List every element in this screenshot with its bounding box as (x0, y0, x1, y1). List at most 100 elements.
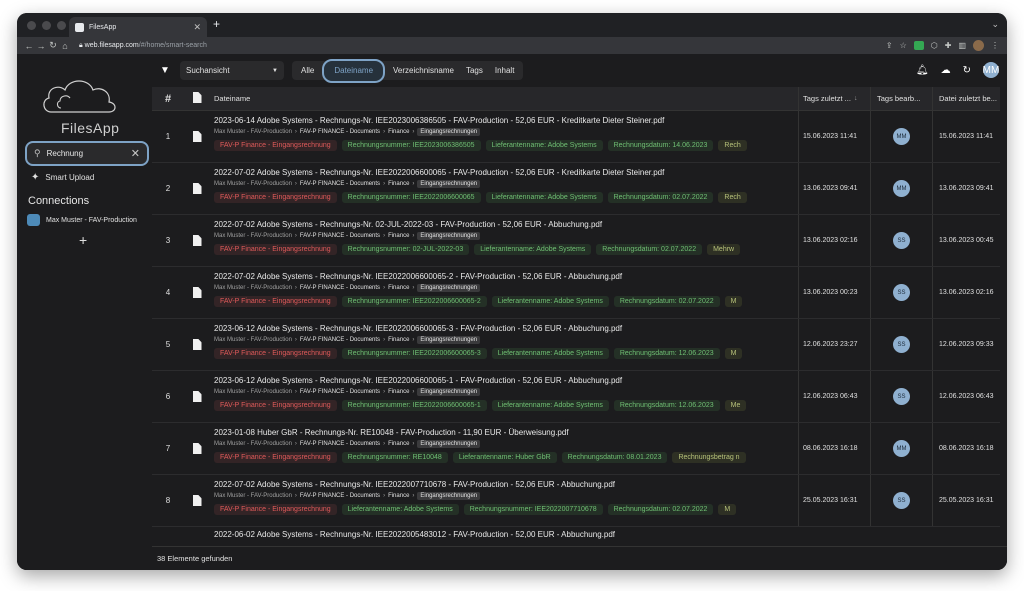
tag-chip[interactable]: FAV-P Finance - Eingangsrechnung (214, 244, 337, 255)
crumb-folder[interactable]: Finance (388, 337, 409, 343)
bookmark-star-icon[interactable]: ☆ (900, 41, 907, 50)
header-file-modified[interactable]: Datei zuletzt be... (932, 87, 1000, 110)
tag-chip[interactable]: FAV-P Finance - Eingangsrechnung (214, 504, 337, 515)
smart-upload-button[interactable]: ✦ Smart Upload (31, 172, 94, 183)
forward-icon[interactable]: → (35, 41, 47, 51)
tag-chip[interactable]: Lieferantenname: Huber GbR (452, 452, 557, 463)
close-tab-icon[interactable]: ✕ (193, 22, 201, 33)
connection-item[interactable]: Max Muster - FAV-Production (27, 214, 137, 226)
browser-menu-icon[interactable]: ⋮ (991, 41, 999, 50)
sidebar-toggle-icon[interactable]: ▥ (958, 41, 966, 50)
file-name[interactable]: 2023-06-12 Adobe Systems - Rechnungs-Nr.… (214, 324, 798, 333)
scope-tab-dateiname[interactable]: Dateiname (322, 58, 386, 83)
tag-chip[interactable]: Rechnungsdatum: 12.06.2023 (613, 348, 720, 359)
editor-avatar[interactable]: SS (893, 388, 910, 405)
crumb-current[interactable]: Eingangsrechnungen (417, 388, 481, 396)
tag-chip[interactable]: Lieferantenname: Adobe Systems (485, 140, 603, 151)
scope-tab-alle[interactable]: Alle (295, 61, 320, 80)
back-icon[interactable]: ← (23, 41, 35, 51)
tag-chip[interactable]: Rechnungsbetrag n (672, 452, 746, 463)
share-icon[interactable]: ⇪ (886, 41, 893, 50)
minimize-window-icon[interactable] (42, 20, 51, 30)
crumb-user[interactable]: Max Muster - FAV-Production (214, 285, 292, 291)
table-row[interactable]: 7 2023-01-08 Huber GbR - Rechnungs-Nr. R… (152, 423, 1000, 475)
tag-chip[interactable]: Rechnungsdatum: 02.07.2022 (607, 504, 714, 515)
crumb-root[interactable]: FAV-P FINANCE - Documents (300, 441, 380, 447)
new-tab-icon[interactable]: + (213, 17, 220, 31)
filter-icon[interactable]: ▼ (158, 65, 172, 76)
clear-search-icon[interactable]: ✕ (131, 147, 140, 160)
tag-chip[interactable]: FAV-P Finance - Eingangsrechnung (214, 348, 337, 359)
crumb-folder[interactable]: Finance (388, 389, 409, 395)
header-num[interactable]: # (152, 93, 184, 105)
user-avatar[interactable]: MM (983, 62, 999, 78)
tag-chip[interactable]: Lieferantenname: Adobe Systems (491, 400, 609, 411)
table-row[interactable]: 3 2022-07-02 Adobe Systems - Rechnungs-N… (152, 215, 1000, 267)
editor-avatar[interactable]: MM (893, 180, 910, 197)
crumb-user[interactable]: Max Muster - FAV-Production (214, 441, 292, 447)
crumb-folder[interactable]: Finance (388, 441, 409, 447)
tag-chip[interactable]: FAV-P Finance - Eingangsrechnung (214, 296, 337, 307)
table-row[interactable]: 4 2022-07-02 Adobe Systems - Rechnungs-N… (152, 267, 1000, 319)
crumb-folder[interactable]: Finance (388, 129, 409, 135)
tag-chip[interactable]: Lieferantenname: Adobe Systems (474, 244, 592, 255)
crumb-root[interactable]: FAV-P FINANCE - Documents (300, 129, 380, 135)
home-icon[interactable]: ⌂ (59, 41, 71, 51)
tag-chip[interactable]: M (724, 296, 743, 307)
scope-tab-tags[interactable]: Tags (460, 61, 489, 80)
crumb-folder[interactable]: Finance (388, 181, 409, 187)
header-tags-modified[interactable]: Tags zuletzt ... ↓ (798, 87, 870, 110)
editor-avatar[interactable]: SS (893, 492, 910, 509)
tag-chip[interactable]: Rechnungsnummer: 02-JUL-2022-03 (341, 244, 470, 255)
tag-chip[interactable]: Lieferantenname: Adobe Systems (341, 504, 459, 515)
file-name[interactable]: 2022-07-02 Adobe Systems - Rechnungs-Nr.… (214, 168, 798, 177)
tag-chip[interactable]: Rechnungsnummer: IEE2022006600065-1 (341, 400, 487, 411)
cloud-icon[interactable]: ☁ (941, 65, 951, 76)
view-select[interactable]: Suchansicht ▼ (180, 61, 284, 80)
browser-tab[interactable]: FilesApp ✕ (69, 17, 207, 37)
tag-chip[interactable]: Rechnungsnummer: IEE2022006600065-3 (341, 348, 487, 359)
table-row[interactable]: 5 2023-06-12 Adobe Systems - Rechnungs-N… (152, 319, 1000, 371)
crumb-current[interactable]: Eingangsrechnungen (417, 232, 481, 240)
tag-chip[interactable]: Rechnungsdatum: 12.06.2023 (613, 400, 720, 411)
crumb-folder[interactable]: Finance (388, 233, 409, 239)
extension-icon[interactable]: ⬡ (931, 41, 938, 50)
puzzle-extensions-icon[interactable]: ✚ (945, 41, 952, 50)
reload-icon[interactable]: ↻ (47, 40, 59, 51)
profile-avatar[interactable] (973, 40, 984, 51)
crumb-user[interactable]: Max Muster - FAV-Production (214, 181, 292, 187)
file-name[interactable]: 2023-01-08 Huber GbR - Rechnungs-Nr. RE1… (214, 428, 798, 437)
tag-chip[interactable]: Lieferantenname: Adobe Systems (491, 296, 609, 307)
tab-list-chevron-icon[interactable]: ⌄ (991, 19, 999, 30)
header-tags-edited-by[interactable]: Tags bearb... (870, 87, 932, 110)
tag-chip[interactable]: Rechnungsnummer: RE10048 (341, 452, 448, 463)
tag-chip[interactable]: Rechnungsnummer: IEE2022006600065 (341, 192, 481, 203)
tag-chip[interactable]: Rechnungsnummer: IEE2022006600065-2 (341, 296, 487, 307)
crumb-current[interactable]: Eingangsrechnungen (417, 284, 481, 292)
file-name[interactable]: 2023-06-12 Adobe Systems - Rechnungs-Nr.… (214, 376, 798, 385)
tag-chip[interactable]: Rech (718, 192, 747, 203)
file-name[interactable]: 2022-07-02 Adobe Systems - Rechnungs-Nr.… (214, 272, 798, 281)
crumb-current[interactable]: Eingangsrechnungen (417, 336, 481, 344)
table-row[interactable]: 2022-06-02 Adobe Systems - Rechnungs-Nr.… (152, 527, 1000, 541)
tag-chip[interactable]: Rechnungsdatum: 02.07.2022 (596, 244, 703, 255)
crumb-current[interactable]: Eingangsrechnungen (417, 180, 481, 188)
search-value[interactable]: Rechnung (47, 149, 131, 158)
scope-tab-verzeichnisname[interactable]: Verzeichnisname (387, 61, 460, 80)
tag-chip[interactable]: M (724, 348, 743, 359)
file-name[interactable]: 2023-06-14 Adobe Systems - Rechnungs-Nr.… (214, 116, 798, 125)
file-name[interactable]: 2022-07-02 Adobe Systems - Rechnungs-Nr.… (214, 220, 798, 229)
tag-chip[interactable]: Rechnungsdatum: 14.06.2023 (607, 140, 714, 151)
tag-chip[interactable]: FAV-P Finance - Eingangsrechnung (214, 400, 337, 411)
crumb-folder[interactable]: Finance (388, 493, 409, 499)
close-window-icon[interactable] (27, 20, 36, 30)
crumb-user[interactable]: Max Muster - FAV-Production (214, 337, 292, 343)
add-connection-button[interactable]: + (79, 232, 87, 248)
tag-chip[interactable]: Lieferantenname: Adobe Systems (491, 348, 609, 359)
table-row[interactable]: 8 2022-07-02 Adobe Systems - Rechnungs-N… (152, 475, 1000, 527)
tag-chip[interactable]: Mehrw (707, 244, 741, 255)
crumb-folder[interactable]: Finance (388, 285, 409, 291)
crumb-user[interactable]: Max Muster - FAV-Production (214, 129, 292, 135)
crumb-current[interactable]: Eingangsrechnungen (417, 440, 481, 448)
file-name[interactable]: 2022-07-02 Adobe Systems - Rechnungs-Nr.… (214, 480, 798, 489)
